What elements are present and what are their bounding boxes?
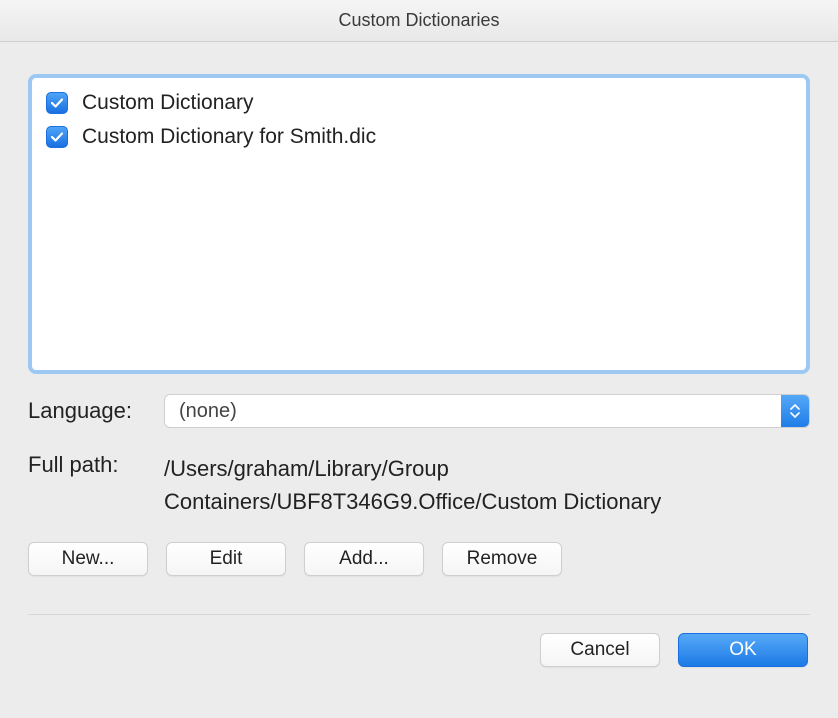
language-select[interactable]: (none) (164, 394, 810, 428)
fullpath-value: /Users/graham/Library/Group Containers/U… (164, 452, 810, 518)
fullpath-row: Full path: /Users/graham/Library/Group C… (28, 452, 810, 518)
custom-dictionaries-dialog: Custom Dictionaries Custom Dictionary Cu… (0, 0, 838, 718)
action-button-row: New... Edit Add... Remove (28, 542, 810, 576)
list-item[interactable]: Custom Dictionary (42, 86, 796, 120)
list-item[interactable]: Custom Dictionary for Smith.dic (42, 120, 796, 154)
language-row: Language: (none) (28, 394, 810, 428)
dictionary-item-label: Custom Dictionary for Smith.dic (82, 125, 376, 149)
dictionary-checkbox[interactable] (46, 92, 68, 114)
remove-button[interactable]: Remove (442, 542, 562, 576)
footer-button-row: Cancel OK (28, 633, 810, 667)
dialog-title: Custom Dictionaries (338, 10, 499, 31)
dialog-content: Custom Dictionary Custom Dictionary for … (0, 42, 838, 718)
checkmark-icon (50, 130, 64, 144)
add-button[interactable]: Add... (304, 542, 424, 576)
footer-separator (28, 614, 810, 615)
new-button[interactable]: New... (28, 542, 148, 576)
dictionary-item-label: Custom Dictionary (82, 91, 254, 115)
dialog-titlebar: Custom Dictionaries (0, 0, 838, 42)
language-label: Language: (28, 398, 164, 424)
language-select-wrap: (none) (164, 394, 810, 428)
checkmark-icon (50, 96, 64, 110)
ok-button[interactable]: OK (678, 633, 808, 667)
cancel-button[interactable]: Cancel (540, 633, 660, 667)
fullpath-label: Full path: (28, 452, 164, 518)
dictionary-checkbox[interactable] (46, 126, 68, 148)
dictionary-listbox[interactable]: Custom Dictionary Custom Dictionary for … (28, 74, 810, 374)
edit-button[interactable]: Edit (166, 542, 286, 576)
language-selected-value: (none) (179, 400, 237, 423)
